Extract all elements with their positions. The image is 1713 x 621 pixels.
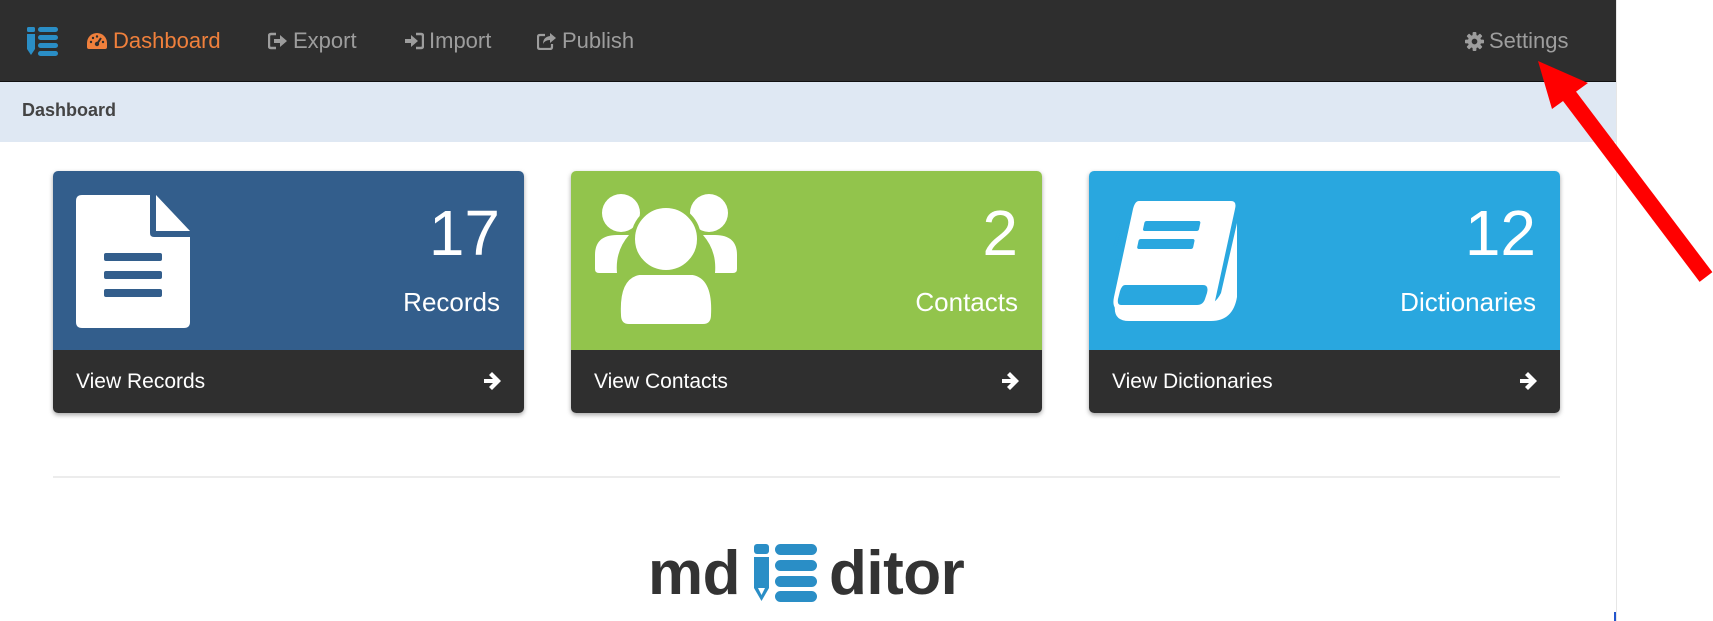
nav-dashboard[interactable]: Dashboard [86, 27, 221, 55]
view-contacts-link[interactable]: View Contacts [571, 350, 1042, 413]
nav-dashboard-label: Dashboard [113, 28, 221, 53]
contacts-count: 2 [982, 197, 1018, 269]
dictionaries-card-panel: 12 Dictionaries [1089, 171, 1560, 350]
export-icon [268, 32, 287, 50]
view-dictionaries-link[interactable]: View Dictionaries [1089, 350, 1560, 413]
view-contacts-label: View Contacts [594, 370, 728, 393]
nav-publish-label: Publish [562, 28, 635, 53]
nav-import-label: Import [429, 28, 492, 53]
contacts-card-panel: 2 Contacts [571, 171, 1042, 350]
nav-export-label: Export [293, 28, 357, 53]
publish-icon [537, 33, 556, 50]
edge-marker [1614, 612, 1616, 621]
import-icon [405, 32, 424, 50]
contacts-card: 2 Contacts View Contacts [571, 171, 1042, 413]
breadcrumb: Dashboard [0, 82, 1616, 142]
dictionaries-card: 12 Dictionaries View Dictionaries [1089, 171, 1560, 413]
top-navbar: Dashboard Export Import Publish Settings [0, 0, 1616, 82]
book-icon [1111, 201, 1237, 321]
view-records-link[interactable]: View Records [53, 350, 524, 413]
dashboard-gauge-icon [87, 33, 107, 49]
nav-settings[interactable]: Settings [1465, 27, 1569, 55]
brand-logo-icon[interactable] [27, 27, 58, 56]
nav-publish[interactable]: Publish [537, 27, 634, 55]
annotation-arrow [1538, 61, 1713, 282]
view-records-label: View Records [76, 370, 206, 393]
records-card: 17 Records View Records [53, 171, 524, 413]
nav-settings-label: Settings [1489, 28, 1569, 53]
app-window: Dashboard Export Import Publish Settings… [0, 0, 1617, 621]
records-card-panel: 17 Records [53, 171, 524, 350]
users-icon [595, 194, 737, 328]
mdeditor-logo: md ditor [648, 538, 965, 608]
view-dictionaries-label: View Dictionaries [1112, 370, 1273, 393]
dictionaries-count: 12 [1464, 197, 1536, 269]
gear-icon [1465, 31, 1484, 51]
breadcrumb-current: Dashboard [22, 100, 117, 120]
dictionaries-label: Dictionaries [1400, 287, 1536, 317]
section-divider [53, 476, 1560, 478]
logo-suffix: ditor [829, 538, 965, 608]
records-count: 17 [428, 197, 500, 269]
contacts-label: Contacts [915, 287, 1018, 317]
nav-export[interactable]: Export [268, 27, 357, 55]
arrow-right-icon [1520, 372, 1537, 390]
nav-import[interactable]: Import [404, 27, 491, 55]
mdeditor-logo-icon [754, 544, 817, 602]
arrow-right-icon [1002, 372, 1019, 390]
arrow-right-icon [484, 372, 501, 390]
records-label: Records [403, 287, 500, 317]
file-text-icon [76, 195, 190, 328]
logo-prefix: md [648, 538, 741, 608]
